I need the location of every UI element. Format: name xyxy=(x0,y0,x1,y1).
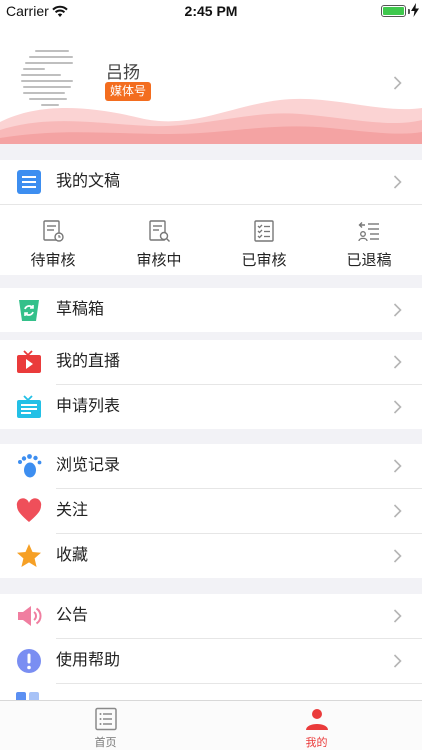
reviewing-doc-icon xyxy=(149,220,170,242)
list-doc-icon xyxy=(95,707,117,731)
returned-doc-icon xyxy=(358,222,379,242)
profile-name: 吕扬 xyxy=(106,63,140,82)
battery-tip xyxy=(408,9,410,14)
menu-item-label: 公告 xyxy=(56,607,89,624)
exclamation-icon xyxy=(17,649,41,673)
menu-item-follow[interactable]: 关注 xyxy=(0,489,422,533)
chevron-right-icon xyxy=(393,609,402,623)
support-section: 公告 使用帮助 xyxy=(0,594,422,700)
status-tab-reviewing[interactable]: 审核中 xyxy=(106,205,212,275)
activity-section: 浏览记录 关注 收藏 xyxy=(0,444,422,578)
chevron-right-icon xyxy=(393,459,402,473)
menu-item-label: 浏览记录 xyxy=(56,457,121,474)
chevron-right-icon xyxy=(393,175,402,189)
status-tab-label: 已审核 xyxy=(241,252,287,269)
manuscript-status-tabs: 待审核 审核中 已审核 已退稿 xyxy=(0,205,422,275)
menu-item-drafts[interactable]: 草稿箱 xyxy=(0,288,422,332)
chevron-right-icon xyxy=(393,654,402,668)
chevron-right-icon xyxy=(393,355,402,369)
status-tab-approved[interactable]: 已审核 xyxy=(211,205,317,275)
tab-mine[interactable]: 我的 xyxy=(211,701,422,750)
wave-decoration xyxy=(0,98,422,144)
chevron-right-icon xyxy=(393,303,402,317)
pending-doc-icon xyxy=(43,220,64,242)
drafts-section: 草稿箱 xyxy=(0,288,422,332)
menu-item-label: 我的直播 xyxy=(56,353,121,370)
manuscripts-section: 我的文稿 待审核 审核中 已审核 已退稿 xyxy=(0,160,422,275)
chevron-right-icon xyxy=(393,504,402,518)
status-bar: Carrier 2:45 PM xyxy=(0,0,422,22)
status-tab-returned[interactable]: 已退稿 xyxy=(316,205,422,275)
menu-item-label: 我的文稿 xyxy=(56,173,121,190)
tab-bar: 首页 我的 xyxy=(0,700,422,750)
heart-icon xyxy=(16,498,42,522)
menu-item-label: 关注 xyxy=(56,502,89,519)
tab-label: 首页 xyxy=(94,737,117,749)
tv-list-icon xyxy=(17,395,41,418)
status-tab-label: 审核中 xyxy=(136,252,182,269)
menu-item-manuscripts[interactable]: 我的文稿 xyxy=(0,160,422,204)
star-icon xyxy=(17,544,41,567)
tab-home[interactable]: 首页 xyxy=(0,701,211,750)
settings-icon-partial xyxy=(16,692,40,700)
menu-item-help[interactable]: 使用帮助 xyxy=(0,639,422,683)
chevron-right-icon xyxy=(393,549,402,563)
draft-box-icon xyxy=(19,300,39,321)
status-tab-label: 待审核 xyxy=(30,252,76,269)
footprint-icon xyxy=(18,454,42,478)
menu-item-notice[interactable]: 公告 xyxy=(0,594,422,638)
menu-item-history[interactable]: 浏览记录 xyxy=(0,444,422,488)
charging-icon xyxy=(411,3,419,17)
speaker-icon xyxy=(18,606,42,626)
menu-item-applications[interactable]: 申请列表 xyxy=(0,385,422,429)
status-time: 2:45 PM xyxy=(184,3,238,19)
approved-doc-icon xyxy=(254,220,274,242)
menu-item-live[interactable]: 我的直播 xyxy=(0,340,422,384)
profile-header[interactable]: 吕扬 媒体号 xyxy=(0,22,422,144)
menu-item-label: 草稿箱 xyxy=(56,301,105,318)
menu-item-label: 收藏 xyxy=(56,547,89,564)
status-tab-pending[interactable]: 待审核 xyxy=(0,205,106,275)
chevron-right-icon xyxy=(393,400,402,414)
divider xyxy=(56,683,422,684)
live-section: 我的直播 申请列表 xyxy=(0,340,422,429)
tab-label: 我的 xyxy=(305,737,328,749)
menu-item-label: 申请列表 xyxy=(56,398,121,415)
menu-item-label: 使用帮助 xyxy=(56,652,121,669)
tv-play-icon xyxy=(17,350,41,373)
person-icon xyxy=(306,709,328,730)
battery-icon xyxy=(381,5,406,17)
menu-item-favorites[interactable]: 收藏 xyxy=(0,534,422,578)
manuscript-icon xyxy=(17,170,41,194)
status-tab-label: 已退稿 xyxy=(346,252,392,269)
